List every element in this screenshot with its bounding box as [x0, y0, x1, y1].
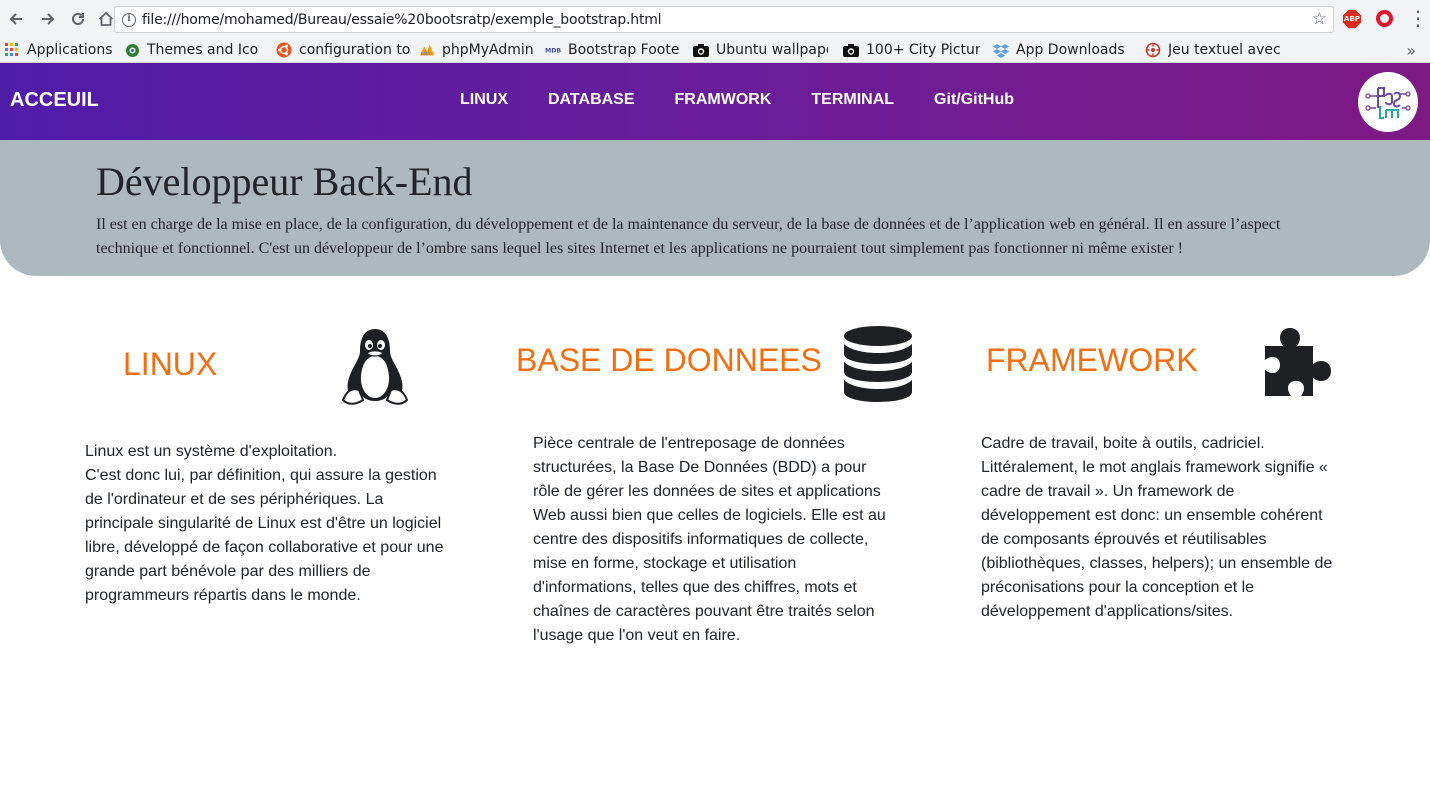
text-line: développement d'applications/sites.: [981, 603, 1234, 620]
brand-link[interactable]: ACCEUIL: [10, 89, 99, 112]
ubuntu-icon: [276, 42, 292, 58]
opera-extension-icon[interactable]: [1376, 10, 1393, 27]
bookmarks-overflow-button[interactable]: »: [1406, 38, 1416, 63]
bookmark-label: Applications: [27, 42, 113, 58]
hero-jumbotron: Développeur Back-End Il est en charge de…: [0, 140, 1430, 276]
text-line: grande part bénévole par des milliers de: [85, 563, 371, 580]
bookmark-label: phpMyAdmin: [442, 42, 534, 58]
text-line: Linux est un système d'exploitation.: [85, 443, 338, 460]
database-icon: [842, 324, 914, 410]
home-icon: [98, 11, 114, 26]
site-info-icon[interactable]: i: [122, 12, 136, 27]
text-line: préconisations pour la conception et le: [981, 579, 1255, 596]
svg-text:PMA: PMA: [421, 51, 431, 57]
url-text[interactable]: file:///home/mohamed/Bureau/essaie%20boo…: [142, 12, 662, 28]
hero-title: Développeur Back-End: [96, 159, 473, 204]
address-bar[interactable]: i file:///home/mohamed/Bureau/essaie%20b…: [114, 6, 1334, 33]
bookmark-jeu-textuel[interactable]: Jeu textuel avec: [1141, 38, 1291, 63]
text-line: Pièce centrale de l'entreposage de donné…: [533, 435, 845, 452]
svg-text:MDB: MDB: [545, 48, 561, 55]
nav-item-framework[interactable]: FRAMWORK: [675, 91, 772, 109]
circuit-logo-icon: [1365, 87, 1411, 119]
text-line: Littéralement, le mot anglais framework …: [981, 459, 1328, 476]
bookmark-label: Bootstrap Foote: [568, 42, 680, 58]
bookmark-label: configuration to: [299, 42, 411, 58]
bookmark-themes[interactable]: Themes and Icon: [120, 38, 272, 63]
bookmarks-bar: Applications Themes and Icon configurati…: [0, 38, 1430, 63]
bookmark-applications[interactable]: Applications: [0, 38, 120, 63]
text-line: mise en forme, stockage et utilisation: [533, 555, 797, 572]
camera-icon: [693, 42, 709, 58]
text-line: Cadre de travail, boite à outils, cadric…: [981, 435, 1265, 452]
nav-item-git-github[interactable]: Git/GitHub: [934, 91, 1014, 109]
text-line: développement est donc: un ensemble cohé…: [981, 507, 1323, 524]
back-button[interactable]: [2, 5, 30, 33]
game-icon: [1145, 42, 1161, 58]
phpmyadmin-icon: PMA: [419, 42, 435, 58]
section-title-framework: FRAMEWORK: [986, 342, 1198, 378]
text-line: centre des dispositifs informatiques de …: [533, 531, 869, 548]
bookmark-ubuntu-wallpaper[interactable]: Ubuntu wallpape: [689, 38, 839, 63]
nav-menu: LINUX DATABASE FRAMWORK TERMINAL Git/Git…: [460, 91, 1054, 109]
bookmark-label: App Downloads: [1016, 42, 1125, 58]
section-text-framework: Cadre de travail, boite à outils, cadric…: [981, 432, 1391, 624]
text-line: Web aussi bien que celles de logiciels. …: [533, 507, 886, 524]
forward-button[interactable]: [34, 5, 62, 33]
reload-icon: [72, 12, 84, 25]
arrow-left-icon: [9, 13, 22, 25]
puzzle-piece-icon: [1263, 324, 1339, 400]
section-title-database: BASE DE DONNEES: [516, 342, 822, 378]
apps-grid-icon: [4, 42, 20, 58]
bookmark-phpmyadmin[interactable]: PMA phpMyAdmin: [415, 38, 541, 63]
bookmark-label: Jeu textuel avec: [1168, 42, 1280, 58]
bookmark-bootstrap-footer[interactable]: MDB Bootstrap Foote: [541, 38, 689, 63]
nav-item-terminal[interactable]: TERMINAL: [811, 91, 894, 109]
camera-icon: [843, 42, 859, 58]
bookmark-label: Ubuntu wallpape: [716, 42, 828, 58]
text-line: structurées, la Base De Données (BDD) a …: [533, 459, 867, 476]
text-line: chaînes de caractères pouvant être trait…: [533, 603, 875, 620]
bookmark-star-icon[interactable]: ☆: [1312, 9, 1327, 29]
section-text-linux: Linux est un système d'exploitation. C'e…: [85, 440, 465, 608]
site-logo[interactable]: [1358, 72, 1418, 132]
bookmark-app-downloads[interactable]: App Downloads: [989, 38, 1141, 63]
bookmark-configuration[interactable]: configuration to: [272, 38, 415, 63]
nav-item-linux[interactable]: LINUX: [460, 91, 508, 109]
text-line: d'informations, telles que des chiffres,…: [533, 579, 857, 596]
arrow-right-icon: [42, 13, 55, 25]
site-navbar: ACCEUIL LINUX DATABASE FRAMWORK TERMINAL…: [0, 63, 1430, 140]
text-line: programmeurs répartis dans le monde.: [85, 587, 361, 604]
text-line: de l'ordinateur et de ses périphériques.…: [85, 491, 384, 508]
theme-icon: [124, 42, 140, 58]
text-line: de composants éprouvés et réutilisables: [981, 531, 1267, 548]
tux-penguin-icon: [339, 326, 411, 414]
dropbox-icon: [993, 42, 1009, 58]
text-line: principale singularité de Linux est d'êt…: [85, 515, 442, 532]
section-text-database: Pièce centrale de l'entreposage de donné…: [533, 432, 913, 648]
text-line: C'est donc lui, par définition, qui assu…: [85, 467, 437, 484]
browser-menu-icon[interactable]: ⋮: [1408, 6, 1428, 30]
text-line: libre, développé de façon collaborative …: [85, 539, 444, 556]
text-line: rôle de gérer les données de sites et ap…: [533, 483, 881, 500]
section-title-linux: LINUX: [123, 346, 218, 382]
bookmark-label: Themes and Icon: [147, 42, 259, 58]
reload-button[interactable]: [64, 5, 92, 33]
nav-item-database[interactable]: DATABASE: [548, 91, 635, 109]
mdb-icon: MDB: [545, 42, 561, 58]
text-line: cadre de travail ». Un framework de: [981, 483, 1235, 500]
text-line: l'usage que l'on veut en faire.: [533, 627, 741, 644]
hero-text: Il est en charge de la mise en place, de…: [96, 216, 1281, 257]
bookmark-city-pictures[interactable]: 100+ City Picture: [839, 38, 989, 63]
text-line: (bibliothèques, classes, helpers); un en…: [981, 555, 1333, 572]
bookmark-label: 100+ City Picture: [866, 42, 980, 58]
